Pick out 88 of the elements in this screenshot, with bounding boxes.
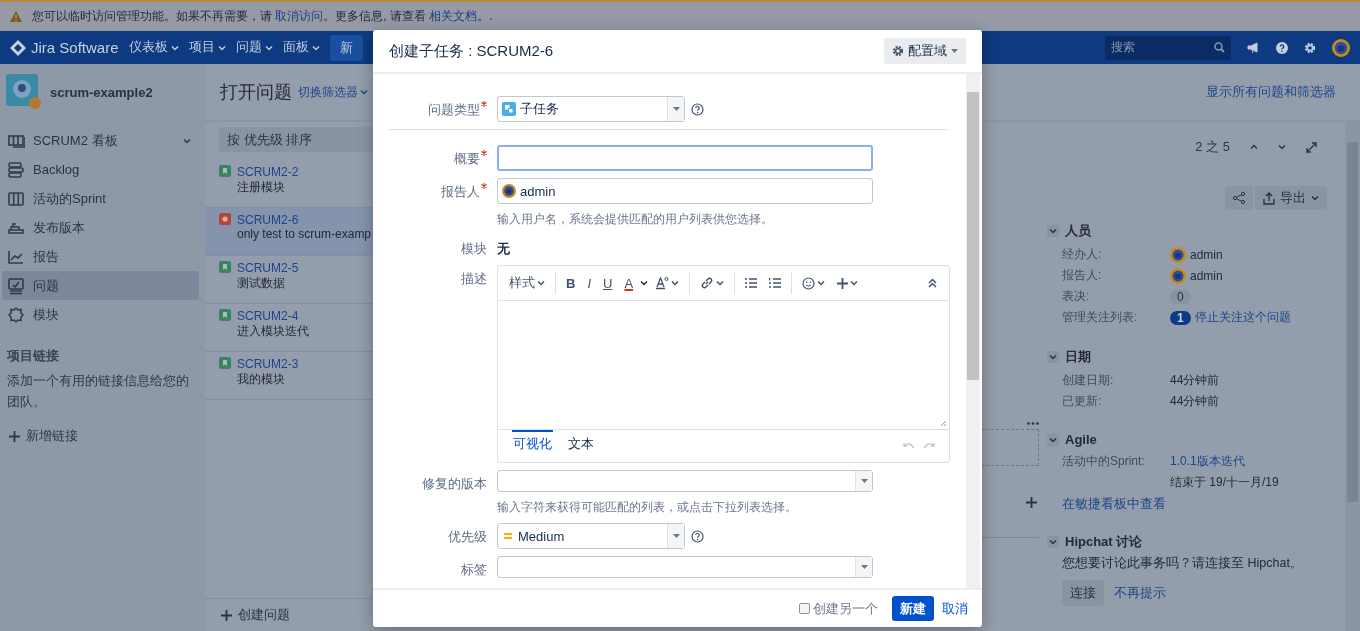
section-title: Agile [1065, 432, 1097, 447]
search-field[interactable]: 搜索 [1105, 35, 1231, 60]
dialog-title: 创建子任务 : SCRUM2-6 [389, 41, 554, 61]
user-name: admin [1190, 268, 1223, 283]
field-value: 无 [497, 240, 511, 258]
field-label: 经办人: [1062, 246, 1103, 263]
issue-summary: only test to scrum-examp [237, 227, 372, 241]
issue-key: SCRUM2-2 [237, 165, 299, 179]
sort-button[interactable]: 按 优先级 排序 [219, 127, 375, 152]
page-title: 打开问题 [220, 81, 292, 104]
style-menu[interactable]: 样式 [504, 271, 550, 295]
field-label: 优先级 [448, 529, 487, 544]
field-label: 修复的版本 [422, 476, 487, 491]
issue-summary: 进入模块迭代 [237, 323, 309, 340]
field-label: 创建日期: [1062, 372, 1115, 389]
section-title: 项目链接 [7, 347, 60, 365]
switch-filter-menu[interactable]: 切换筛选器 [298, 83, 368, 101]
field-value: 44分钟前 [1170, 372, 1221, 389]
format-button[interactable]: I [582, 271, 596, 295]
field-label: 活动中的Sprint: [1062, 453, 1146, 470]
hipchat-message: 您想要讨论此事务吗？请连接至 Hipchat。 [1061, 555, 1304, 572]
create-button[interactable]: 新建 [892, 596, 934, 621]
sprint-link[interactable]: 1.0.1版本迭代 [1170, 454, 1245, 468]
watch-count: 1 [1170, 310, 1191, 325]
sidebar-item[interactable]: 模块 [2, 300, 199, 329]
field-label: 表决: [1062, 288, 1091, 305]
create-button[interactable]: 新 [329, 34, 363, 61]
user-field[interactable]: admin [497, 178, 873, 204]
format-button[interactable]: A [619, 271, 639, 295]
field-hint: 输入用户名，系统会提供匹配的用户列表供您选择。 [497, 211, 774, 228]
editor-tab[interactable]: 文本 [567, 430, 595, 453]
select-field[interactable]: Medium [497, 523, 685, 549]
section-link[interactable]: 在敏捷看板中查看 [1047, 495, 1345, 513]
field-hint: 输入字符来获得可能匹配的列表，或点击下拉列表选择。 [497, 499, 798, 516]
issue-summary: 我的模块 [237, 371, 286, 388]
app-logo[interactable]: Jira Software [10, 39, 119, 56]
sidebar-item[interactable]: 报告 [2, 242, 199, 271]
issue-key: SCRUM2-4 [237, 309, 309, 323]
field-value: 44分钟前 [1170, 393, 1221, 410]
banner-link[interactable]: 取消访问 [275, 9, 324, 23]
sidebar-item[interactable]: 问题 [2, 271, 199, 300]
rich-text-editor[interactable]: 样式 B I U A 可视化 文本 [497, 265, 950, 463]
sidebar-item[interactable]: 发布版本 [2, 213, 199, 242]
sprint-end-date: 结束于 19/十一月/19 [1170, 474, 1280, 491]
vote-count: 0 [1170, 289, 1191, 304]
add-link-button[interactable]: 新增链接 [9, 427, 199, 445]
section-link[interactable]: 不再提示 [1113, 585, 1166, 600]
field-label: 已更新: [1062, 393, 1103, 410]
banner-link[interactable]: 相关文档 [429, 9, 478, 23]
field-label: 问题类型 [428, 102, 480, 117]
editor-tab[interactable]: 可视化 [512, 430, 553, 453]
unwatch-link[interactable]: 停止关注这个问题 [1194, 309, 1291, 326]
format-button[interactable]: B [561, 271, 581, 295]
issue-key: SCRUM2-6 [237, 213, 372, 227]
field-label: 模块 [461, 241, 487, 256]
connect-button[interactable]: 连接 [1062, 580, 1104, 606]
section-title: Hipchat 讨论 [1065, 533, 1143, 551]
configure-fields-button[interactable]: 配置域 [884, 38, 966, 64]
nav-menu[interactable]: 面板 [278, 39, 324, 56]
nav-menu[interactable]: 仪表板 [124, 39, 183, 56]
cancel-link[interactable]: 取消 [942, 599, 968, 618]
banner-message: 您可以临时访问管理功能。如果不再需要，请 取消访问。更多信息, 请查看 相关文档。. [32, 8, 493, 25]
issue-key: SCRUM2-3 [237, 357, 299, 371]
export-button[interactable]: 导出 [1255, 186, 1327, 210]
nav-menu[interactable]: 问题 [231, 39, 277, 56]
create-another-checkbox[interactable]: 创建另一个 [799, 599, 878, 618]
sidebar-item[interactable]: 活动的Sprint [2, 184, 199, 213]
issue-summary: 注册模块 [237, 179, 286, 196]
field-label: 描述 [461, 271, 487, 286]
section-title: 人员 [1065, 222, 1091, 240]
field-label: 管理关注列表: [1062, 309, 1139, 326]
select-field[interactable]: 子任务 [497, 96, 685, 122]
issue-position: 2 之 5 [1195, 138, 1230, 156]
format-button[interactable]: U [598, 271, 618, 295]
sidebar-item[interactable]: Backlog [2, 155, 199, 184]
nav-menu[interactable]: 项目 [184, 39, 230, 56]
show-all-link[interactable]: 显示所有问题和筛选器 [1206, 83, 1336, 101]
issue-summary: 测试数据 [237, 275, 286, 292]
issue-key: SCRUM2-5 [237, 261, 299, 275]
user-name: admin [1190, 247, 1223, 262]
issue-list-item[interactable]: SCRUM2-6 only test to scrum-examp [205, 208, 375, 256]
section-title: 日期 [1065, 348, 1091, 366]
sidebar-item[interactable]: SCRUM2 看板 [2, 126, 199, 155]
field-label: 标签 [461, 562, 487, 577]
field-label: 报告人: [1062, 267, 1103, 284]
field-label: 报告人 [441, 184, 480, 199]
project-name[interactable]: scrum-example2 [50, 84, 153, 100]
field-label: 概要 [454, 151, 480, 166]
